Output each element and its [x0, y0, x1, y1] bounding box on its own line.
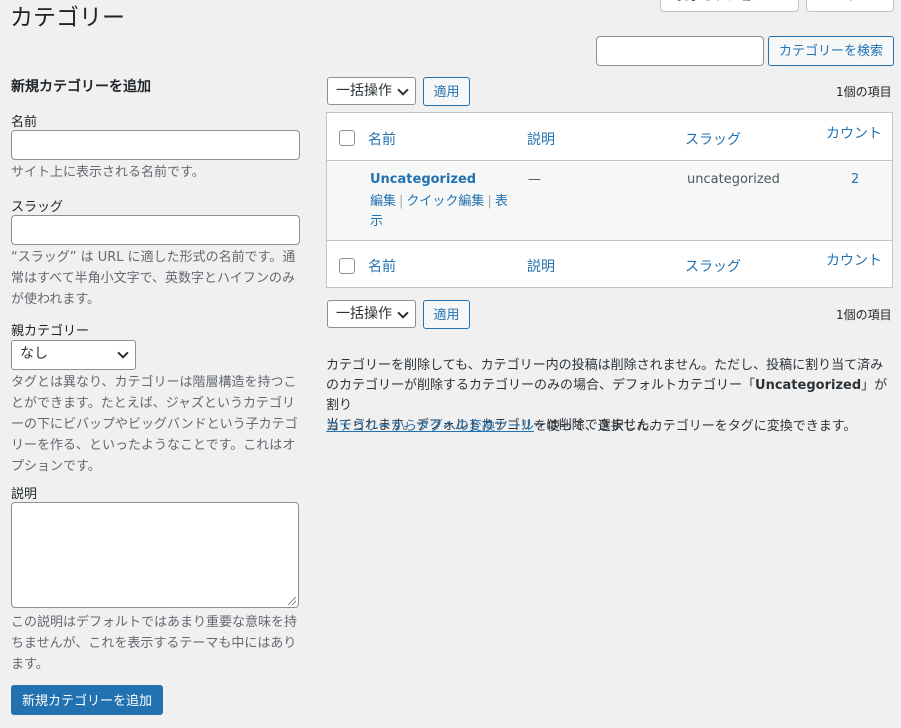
search-categories-button[interactable]: カテゴリーを検索	[768, 36, 894, 66]
items-count-bottom: 1個の項目	[836, 308, 892, 322]
search-input[interactable]	[596, 36, 764, 66]
column-slug-footer[interactable]: スラッグ	[685, 256, 741, 276]
add-category-heading: 新規カテゴリーを追加	[11, 79, 151, 95]
apply-button-bottom[interactable]: 適用	[423, 300, 470, 329]
bulk-action-select-bottom[interactable]: 一括操作	[327, 300, 416, 328]
row-actions: 編集 | クイック編集 | 表 示	[370, 194, 508, 229]
view-link[interactable]: 表	[495, 194, 508, 209]
column-name[interactable]: 名前	[368, 129, 396, 149]
quick-edit-link[interactable]: クイック編集	[406, 194, 484, 209]
resize-handle-icon[interactable]	[288, 597, 296, 605]
name-description: サイト上に表示される名前です。	[11, 165, 205, 180]
apply-button-top[interactable]: 適用	[423, 77, 470, 106]
parent-category-description: タグとは異なり、カテゴリーは階層構造を持つこ とができます。たとえば、ジャズとい…	[11, 375, 298, 474]
parent-category-label: 親カテゴリー	[11, 324, 90, 339]
category-description: —	[528, 172, 541, 187]
select-all-checkbox[interactable]	[339, 130, 355, 146]
table-footer: 名前 説明 スラッグ カウント	[327, 240, 892, 287]
table-row: Uncategorized 編集 | クイック編集 | 表 示 — uncategori…	[327, 162, 892, 240]
select-all-checkbox-footer[interactable]	[339, 258, 355, 274]
screen-options-button[interactable]: 表示オプション	[660, 0, 799, 12]
column-description[interactable]: 説明	[527, 129, 555, 149]
category-name-link[interactable]: Uncategorized	[370, 172, 476, 187]
name-label: 名前	[11, 115, 38, 130]
column-count-footer[interactable]: カウント	[826, 250, 882, 270]
category-count-link[interactable]: 2	[851, 172, 859, 187]
column-description-footer[interactable]: 説明	[527, 256, 555, 276]
items-count-top: 1個の項目	[836, 85, 892, 99]
chevron-down-icon	[397, 84, 409, 96]
parent-category-select[interactable]: なし	[11, 340, 136, 370]
page-title: カテゴリー	[10, 5, 125, 31]
column-slug[interactable]: スラッグ	[685, 129, 741, 149]
column-name-footer[interactable]: 名前	[368, 256, 396, 276]
slug-input[interactable]	[11, 215, 300, 245]
slug-label: スラッグ	[11, 200, 64, 215]
converter-note: カテゴリーからタグへの変換ツールを使って、選択したカテゴリーをタグに変換できます…	[326, 419, 857, 434]
help-button[interactable]: ヘルプ	[806, 0, 894, 12]
table-header: 名前 説明 スラッグ カウント	[327, 113, 892, 161]
description-textarea[interactable]	[11, 502, 299, 608]
categories-table: 名前 説明 スラッグ カウント Uncategorized 編集 | クイック編集 |…	[326, 112, 893, 288]
description-label: 説明	[11, 487, 38, 502]
bulk-action-select-top[interactable]: 一括操作	[327, 77, 416, 105]
column-count[interactable]: カウント	[826, 123, 882, 143]
description-help: この説明はデフォルトではあまり重要な意味を持 ちませんが、これを表示するテーマも…	[11, 615, 298, 672]
add-category-button[interactable]: 新規カテゴリーを追加	[11, 685, 163, 715]
category-slug: uncategorized	[687, 172, 780, 187]
edit-link[interactable]: 編集	[370, 194, 396, 209]
view-link-cont[interactable]: 示	[370, 214, 383, 229]
chevron-down-icon	[397, 307, 409, 319]
name-input[interactable]	[11, 130, 300, 160]
slug-description: “スラッグ” は URL に適した形式の名前です。通 常はすべて半角小文字で、英…	[11, 250, 296, 307]
chevron-down-icon	[117, 347, 129, 359]
category-tag-converter-link[interactable]: カテゴリーからタグへの変換ツール	[326, 419, 534, 434]
